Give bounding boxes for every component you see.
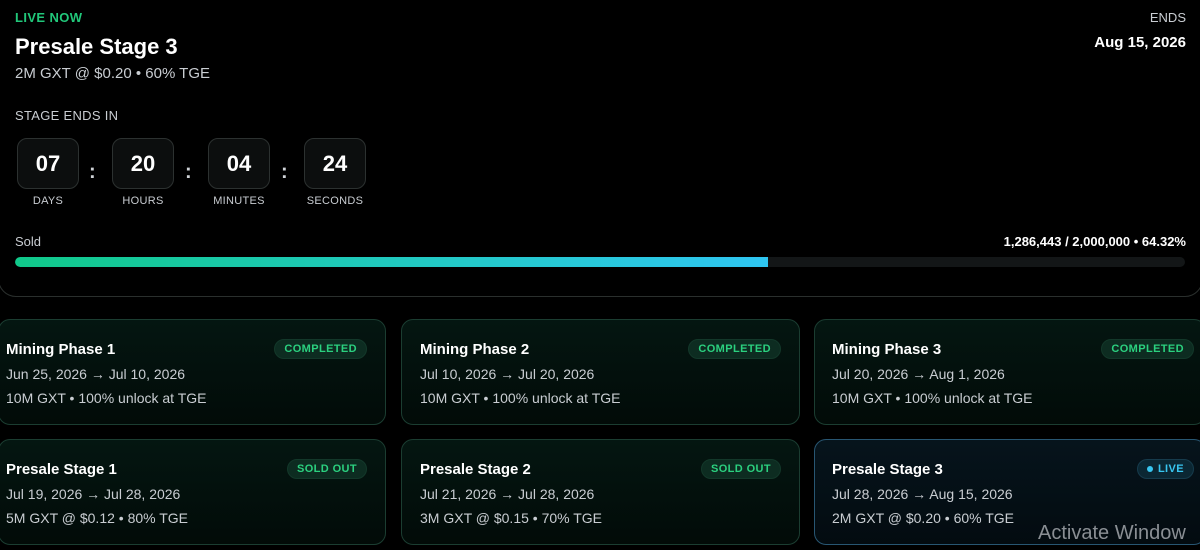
stage-card-title: Presale Stage 2 [420,461,531,478]
badge-label: LIVE [1157,463,1184,475]
stage-card-detail: 5M GXT @ $0.12 • 80% TGE [6,510,189,526]
presale-hero-panel: LIVE NOW Presale Stage 3 2M GXT @ $0.20 … [0,0,1200,297]
stage-card-title: Presale Stage 3 [832,461,943,478]
stage-subtitle: 2M GXT @ $0.20 • 60% TGE [15,65,211,82]
stage-card-dates: Jul 28, 2026 → Aug 15, 2026 [832,486,1013,502]
stage-card-detail: 10M GXT • 100% unlock at TGE [420,390,621,406]
countdown-seconds-box: 24 [304,138,366,189]
countdown-hours-box: 20 [112,138,174,189]
sold-out-badge: SOLD OUT [286,459,367,479]
stage-card-detail: 10M GXT • 100% unlock at TGE [832,390,1033,406]
countdown-label: STAGE ENDS IN [15,108,119,123]
countdown-minutes-box: 04 [208,138,270,189]
stage-card-title: Presale Stage 1 [6,461,117,478]
badge-label: SOLD OUT [710,463,771,475]
stage-card-dates: Jul 10, 2026 → Jul 20, 2026 [420,366,595,382]
live-badge: LIVE [1136,459,1194,479]
ends-date: Aug 15, 2026 [1094,34,1186,51]
stage-card[interactable]: Presale Stage 1 SOLD OUT Jul 19, 2026 → … [0,439,386,545]
badge-label: COMPLETED [1111,343,1184,355]
completed-badge: COMPLETED [274,339,367,359]
ends-label: ENDS [1149,10,1186,25]
live-dot-icon [1146,466,1153,472]
countdown-minutes-label: MINUTES [213,195,265,207]
sold-stats: 1,286,443 / 2,000,000 • 64.32% [1003,234,1186,249]
sold-progress-bar [15,257,1185,267]
stage-card-dates: Jul 19, 2026 → Jul 28, 2026 [6,486,181,502]
stage-card-dates: Jul 20, 2026 → Aug 1, 2026 [832,366,1005,382]
stage-title: Presale Stage 3 [15,34,178,59]
countdown-days-box: 07 [17,138,79,189]
countdown-separator: : [185,161,192,183]
countdown-days-label: DAYS [32,195,64,207]
stage-card-title: Mining Phase 2 [420,341,530,358]
stage-card[interactable]: Mining Phase 3 COMPLETED Jul 20, 2026 → … [814,319,1200,425]
completed-badge: COMPLETED [1101,339,1194,359]
badge-label: COMPLETED [698,343,771,355]
stage-card-dates: Jul 21, 2026 → Jul 28, 2026 [420,486,595,502]
sold-label: Sold [15,234,42,249]
countdown-hours-label: HOURS [122,195,164,207]
countdown-separator: : [281,161,288,183]
stage-card-dates: Jun 25, 2026 → Jul 10, 2026 [6,366,186,382]
countdown-seconds-label: SECONDS [306,195,364,207]
badge-label: COMPLETED [284,343,357,355]
stage-card-detail: 10M GXT • 100% unlock at TGE [6,390,207,406]
stage-card[interactable]: Mining Phase 2 COMPLETED Jul 10, 2026 → … [401,319,800,425]
countdown-separator: : [89,161,96,183]
stage-card[interactable]: Mining Phase 1 COMPLETED Jun 25, 2026 → … [0,319,386,425]
completed-badge: COMPLETED [688,339,781,359]
live-status-label: LIVE NOW [15,10,83,25]
sold-progress-fill [15,257,768,267]
sold-out-badge: SOLD OUT [700,459,781,479]
stage-card-detail: 2M GXT @ $0.20 • 60% TGE [832,510,1015,526]
stage-card-title: Mining Phase 1 [6,341,116,358]
stage-card-detail: 3M GXT @ $0.15 • 70% TGE [420,510,603,526]
stage-card[interactable]: Presale Stage 2 SOLD OUT Jul 21, 2026 → … [401,439,800,545]
stage-card-title: Mining Phase 3 [832,341,942,358]
badge-label: SOLD OUT [296,463,357,475]
os-activation-watermark: Activate Window [1038,522,1186,544]
